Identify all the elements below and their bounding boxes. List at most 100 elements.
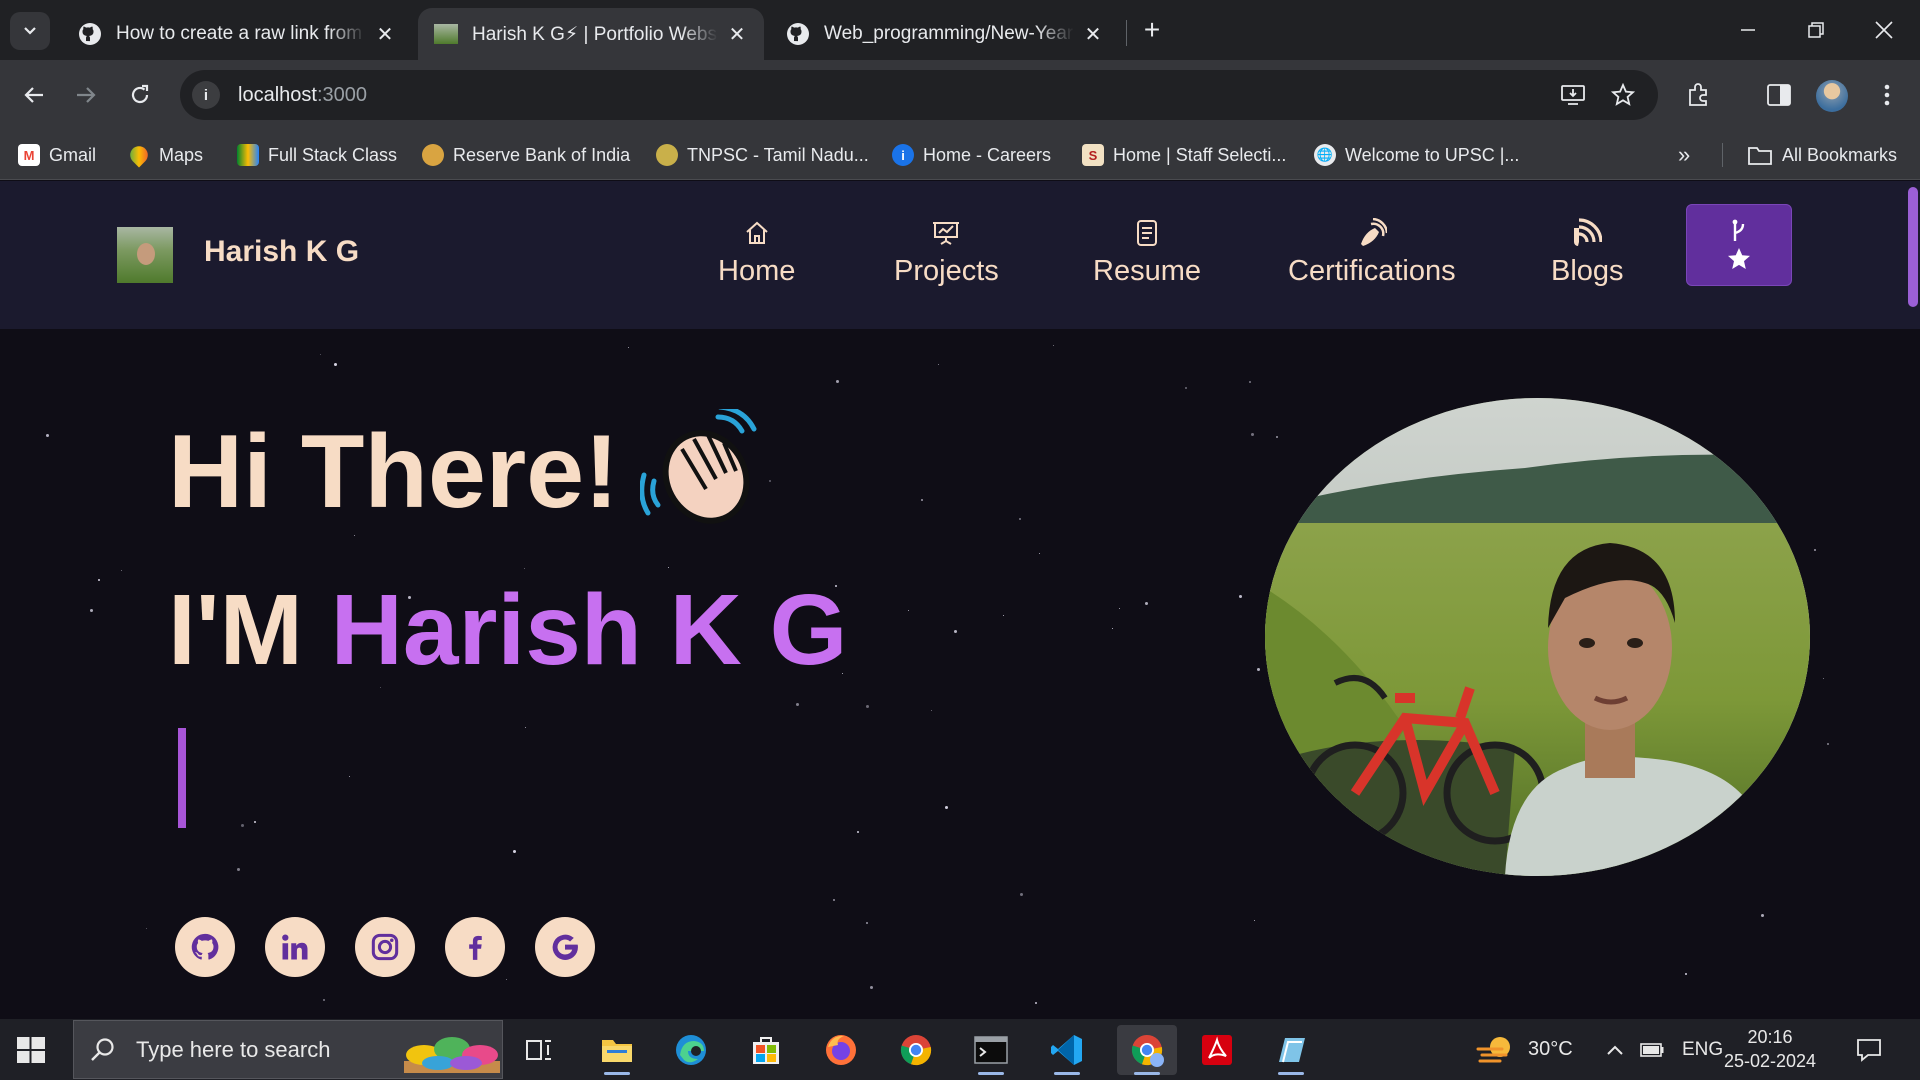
bookmark-rbi[interactable]: Reserve Bank of India [422,140,630,170]
tab-web-programming[interactable]: Web_programming/New-Year-C ✕ [770,8,1120,60]
new-tab-button[interactable]: + [1136,12,1168,48]
running-indicator [1134,1072,1160,1075]
bookmark-upsc[interactable]: 🌐 Welcome to UPSC |... [1314,140,1519,170]
typewriter-cursor [178,728,186,828]
close-icon[interactable]: ✕ [374,22,396,47]
portfolio-favicon [434,24,458,44]
address-bar[interactable]: i localhost:3000 [180,70,1658,120]
nav-blogs[interactable]: Blogs [1551,217,1624,288]
file-explorer-icon [602,1040,632,1062]
background-star [121,570,122,571]
social-google[interactable] [535,917,595,977]
blogs-icon [1572,217,1603,249]
tab-github-raw-link[interactable]: How to create a raw link from G ✕ [62,8,412,60]
close-icon[interactable]: ✕ [726,22,748,47]
social-facebook[interactable] [445,917,505,977]
all-bookmarks-button[interactable]: All Bookmarks [1748,140,1897,170]
close-window-button[interactable] [1850,0,1918,60]
back-button[interactable] [14,75,54,115]
social-linkedin[interactable] [265,917,325,977]
bookmark-full-stack[interactable]: Full Stack Class [237,140,397,170]
more-bookmarks-button[interactable]: » [1678,140,1690,170]
vscode-button[interactable] [1042,1025,1092,1075]
background-star [525,727,526,728]
brand-name[interactable]: Harish K G [204,235,359,269]
chrome-button[interactable] [891,1025,941,1075]
restore-button[interactable] [1782,0,1850,60]
minimize-button[interactable] [1714,0,1782,60]
reload-button[interactable] [120,75,160,115]
page-scrollbar[interactable] [1908,187,1918,307]
bookmark-star-icon[interactable] [1606,78,1640,112]
chrome-active-button[interactable] [1117,1025,1177,1075]
profile-photo [1265,398,1810,876]
gmail-icon: M [18,144,40,166]
background-star [1053,345,1054,346]
extensions-icon[interactable] [1682,78,1716,112]
tab-portfolio[interactable]: Harish K G⚡ | Portfolio Website ✕ [418,8,764,60]
bookmark-gmail[interactable]: M Gmail [18,140,96,170]
running-indicator [604,1072,630,1075]
tab-search-button[interactable] [10,12,50,50]
battery-indicator[interactable] [1640,1019,1664,1080]
file-explorer-button[interactable] [592,1025,642,1075]
linkedin-icon [282,934,308,960]
bookmark-ssc[interactable]: S Home | Staff Selecti... [1082,140,1286,170]
folder-icon [1748,147,1772,165]
nav-certifications[interactable]: Certifications [1288,217,1456,288]
tnpsc-icon [656,144,678,166]
firefox-icon [826,1035,856,1065]
firefox-button[interactable] [816,1025,866,1075]
notifications-button[interactable] [1856,1019,1882,1080]
taskbar-search-box[interactable]: Type here to search [73,1020,503,1079]
browser-toolbar: i localhost:3000 [0,60,1920,130]
minimize-icon [1741,29,1755,31]
side-panel-icon[interactable] [1762,78,1796,112]
github-icon [787,23,809,45]
system-clock[interactable]: 20:16 25-02-2024 [1720,1025,1820,1073]
windows-start-icon[interactable] [14,1033,48,1067]
social-github[interactable] [175,917,235,977]
profile-avatar[interactable] [1816,80,1848,112]
background-star [1276,436,1278,438]
weather-widget[interactable]: 30°C [1476,1019,1573,1080]
chrome-menu-icon[interactable] [1870,78,1904,112]
forward-button[interactable] [66,75,106,115]
url-text[interactable]: localhost:3000 [238,84,367,107]
github-fork-star-button[interactable] [1686,204,1792,286]
background-star [1185,387,1187,389]
background-star [628,347,629,348]
install-app-icon[interactable] [1556,78,1590,112]
terminal-button[interactable] [966,1025,1016,1075]
background-star [524,568,525,569]
notification-icon [1857,1038,1881,1062]
hero-intro: I'M Harish K G [168,574,848,686]
notepad-icon [1279,1038,1305,1063]
ms-store-button[interactable] [741,1025,791,1075]
bookmark-home-careers[interactable]: i Home - Careers [892,140,1051,170]
bookmark-tnpsc[interactable]: TNPSC - Tamil Nadu... [656,140,869,170]
edge-button[interactable] [666,1025,716,1075]
social-instagram[interactable] [355,917,415,977]
language-indicator[interactable]: ENG [1682,1019,1723,1080]
background-star [323,999,325,1001]
nav-home[interactable]: Home [718,217,795,288]
nav-projects[interactable]: Projects [894,217,999,288]
background-star [1761,914,1764,917]
tab-title: How to create a raw link from G [116,23,366,44]
tab-strip: How to create a raw link from G ✕ Harish… [0,0,1920,60]
task-view-button[interactable] [514,1025,564,1075]
hero-greeting: Hi There! [168,414,619,530]
nav-resume[interactable]: Resume [1093,217,1201,288]
tray-overflow-button[interactable] [1606,1019,1624,1080]
bookmark-maps[interactable]: Maps [126,140,203,170]
notepad-button[interactable] [1266,1025,1316,1075]
clock-date: 25-02-2024 [1723,1051,1817,1071]
resume-icon [1135,217,1159,249]
brand-logo[interactable] [117,227,173,283]
waving-hand-icon [640,409,757,524]
site-info-icon[interactable]: i [192,81,220,109]
background-star [954,630,957,633]
acrobat-button[interactable] [1192,1025,1242,1075]
close-icon[interactable]: ✕ [1082,22,1104,47]
